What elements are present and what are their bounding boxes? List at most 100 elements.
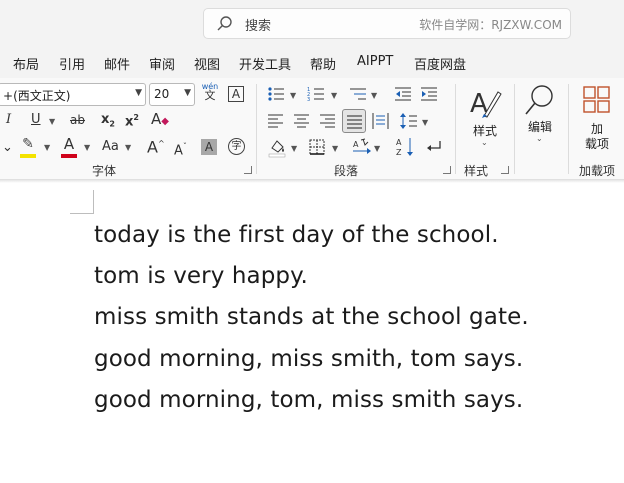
show-hide-marks-icon[interactable]	[426, 139, 442, 155]
change-case-icon[interactable]: Aa	[102, 139, 119, 155]
tab-developer[interactable]: 开发工具	[239, 54, 291, 73]
search-placeholder: 搜索	[245, 19, 272, 34]
chevron-down-icon[interactable]: ⌄	[2, 140, 13, 156]
chevron-down-icon[interactable]: ▼	[332, 144, 338, 153]
justify-icon	[347, 115, 362, 129]
grow-font-icon[interactable]: A^	[147, 136, 165, 155]
tab-aippt[interactable]: AIPPT	[357, 54, 393, 69]
subscript-icon[interactable]: x2	[101, 112, 115, 133]
group-label-paragraph: 段落	[334, 164, 359, 178]
tab-mailings[interactable]: 邮件	[104, 54, 130, 73]
superscript-mark: 2	[133, 113, 139, 122]
document-line-2[interactable]: tom is very happy.	[94, 263, 308, 289]
increase-indent-icon[interactable]	[420, 86, 438, 102]
line-spacing-icon[interactable]	[400, 113, 418, 129]
shading-icon[interactable]	[268, 138, 286, 158]
chevron-down-icon[interactable]: ▼	[374, 144, 380, 153]
shrink-font-letter: A	[174, 143, 183, 159]
group-label-font: 字体	[92, 164, 117, 178]
chinese-layout-icon[interactable]: A	[352, 138, 372, 156]
tab-layout[interactable]: 布局	[13, 54, 39, 73]
character-shading-icon[interactable]: A	[201, 139, 217, 155]
distributed-icon[interactable]	[372, 113, 389, 129]
font-color-icon[interactable]: A	[61, 135, 77, 158]
shrink-font-icon[interactable]: Aˇ	[174, 139, 187, 159]
multilevel-list-icon[interactable]	[349, 86, 367, 102]
grow-font-letter: A	[147, 137, 158, 157]
font-size-combo[interactable]: 20 ▼	[149, 83, 195, 106]
ribbon: +(西文正文) ▼ 20 ▼ wén 文 A I U ▼ ab x2 x2 A◆…	[0, 78, 624, 180]
chevron-down-icon[interactable]: ▼	[290, 91, 296, 100]
text-highlight-icon[interactable]: ✎	[18, 136, 38, 158]
document-line-5[interactable]: good morning, tom, miss smith says.	[94, 387, 523, 413]
styles-icon[interactable]: A	[468, 86, 502, 120]
underline-icon[interactable]: U	[31, 112, 41, 128]
enclose-characters-icon[interactable]: 字	[228, 138, 245, 155]
svg-text:Z: Z	[396, 148, 402, 157]
group-label-styles: 样式	[464, 164, 489, 178]
phonetic-guide-bottom: 文	[204, 89, 216, 102]
chevron-down-icon[interactable]: ▼	[84, 143, 90, 152]
italic-icon[interactable]: I	[6, 112, 11, 128]
chevron-down-icon[interactable]: ▼	[44, 143, 50, 152]
tab-review[interactable]: 审阅	[149, 54, 175, 73]
addins-label-line2[interactable]: 载项	[582, 135, 612, 152]
search-icon	[217, 16, 232, 31]
document-line-3[interactable]: miss smith stands at the school gate.	[94, 304, 529, 330]
group-separator	[256, 84, 257, 174]
tab-view[interactable]: 视图	[194, 54, 220, 73]
highlight-color-bar	[20, 154, 36, 158]
find-magnifier-icon[interactable]	[524, 84, 556, 118]
subscript-mark: 2	[109, 119, 115, 129]
bullets-icon[interactable]	[267, 86, 285, 102]
clear-formatting-icon[interactable]: A◆	[151, 111, 169, 130]
margin-corner-mark	[70, 190, 94, 214]
strikethrough-icon[interactable]: ab	[70, 112, 85, 128]
paragraph-dialog-launcher-icon[interactable]	[443, 166, 451, 174]
chevron-down-icon[interactable]: ▼	[291, 144, 297, 153]
borders-icon[interactable]	[309, 139, 325, 155]
chevron-down-icon[interactable]: ▼	[125, 143, 131, 152]
editing-button-label[interactable]: 编辑	[526, 118, 554, 135]
font-size-value: 20	[154, 87, 170, 101]
styles-dialog-launcher-icon[interactable]	[501, 166, 509, 174]
font-dialog-launcher-icon[interactable]	[244, 166, 252, 174]
align-center-icon[interactable]	[294, 114, 310, 128]
menu-bar: 布局 引用 邮件 审阅 视图 开发工具 帮助 AIPPT 百度网盘	[0, 48, 624, 78]
group-separator	[514, 84, 515, 174]
tab-baidu-netdisk[interactable]: 百度网盘	[414, 54, 466, 73]
svg-text:A: A	[396, 138, 402, 147]
addins-grid-icon[interactable]	[583, 86, 611, 114]
justify-button-selected[interactable]	[342, 109, 366, 133]
align-right-icon[interactable]	[320, 114, 336, 128]
search-box[interactable]: 搜索 软件自学网：RJZXW.COM	[203, 8, 571, 39]
tab-references[interactable]: 引用	[59, 54, 85, 73]
font-color-letter: A	[63, 135, 75, 153]
character-border-icon[interactable]: A	[228, 86, 244, 102]
chevron-down-icon[interactable]: ⌄	[536, 134, 543, 143]
group-separator	[455, 84, 456, 174]
sort-icon[interactable]: A Z	[396, 137, 416, 157]
chevron-down-icon[interactable]: ⌄	[481, 138, 488, 147]
font-name-prefix: +	[3, 89, 14, 103]
numbering-icon[interactable]: 123	[307, 86, 325, 102]
align-left-icon[interactable]	[268, 114, 284, 128]
phonetic-guide-icon[interactable]: wén 文	[201, 82, 219, 102]
group-label-addins: 加载项	[579, 164, 616, 178]
chevron-down-icon: ▼	[135, 88, 142, 98]
font-name-combo[interactable]: +(西文正文) ▼	[0, 83, 146, 106]
decrease-indent-icon[interactable]	[394, 86, 412, 102]
chevron-down-icon[interactable]: ▼	[371, 91, 377, 100]
font-name-value: (西文正文)	[13, 89, 71, 103]
styles-button-label[interactable]: 样式	[471, 122, 499, 139]
superscript-icon[interactable]: x2	[125, 110, 139, 130]
title-bar: 搜索 软件自学网：RJZXW.COM	[0, 0, 624, 48]
document-line-4[interactable]: good morning, miss smith, tom says.	[94, 346, 523, 372]
document-line-1[interactable]: today is the first day of the school.	[94, 222, 499, 248]
font-color-bar	[61, 154, 77, 158]
tab-help[interactable]: 帮助	[310, 54, 336, 73]
chevron-down-icon[interactable]: ▼	[49, 117, 55, 126]
chevron-down-icon: ▼	[184, 88, 191, 98]
chevron-down-icon[interactable]: ▼	[422, 118, 428, 127]
chevron-down-icon[interactable]: ▼	[331, 91, 337, 100]
